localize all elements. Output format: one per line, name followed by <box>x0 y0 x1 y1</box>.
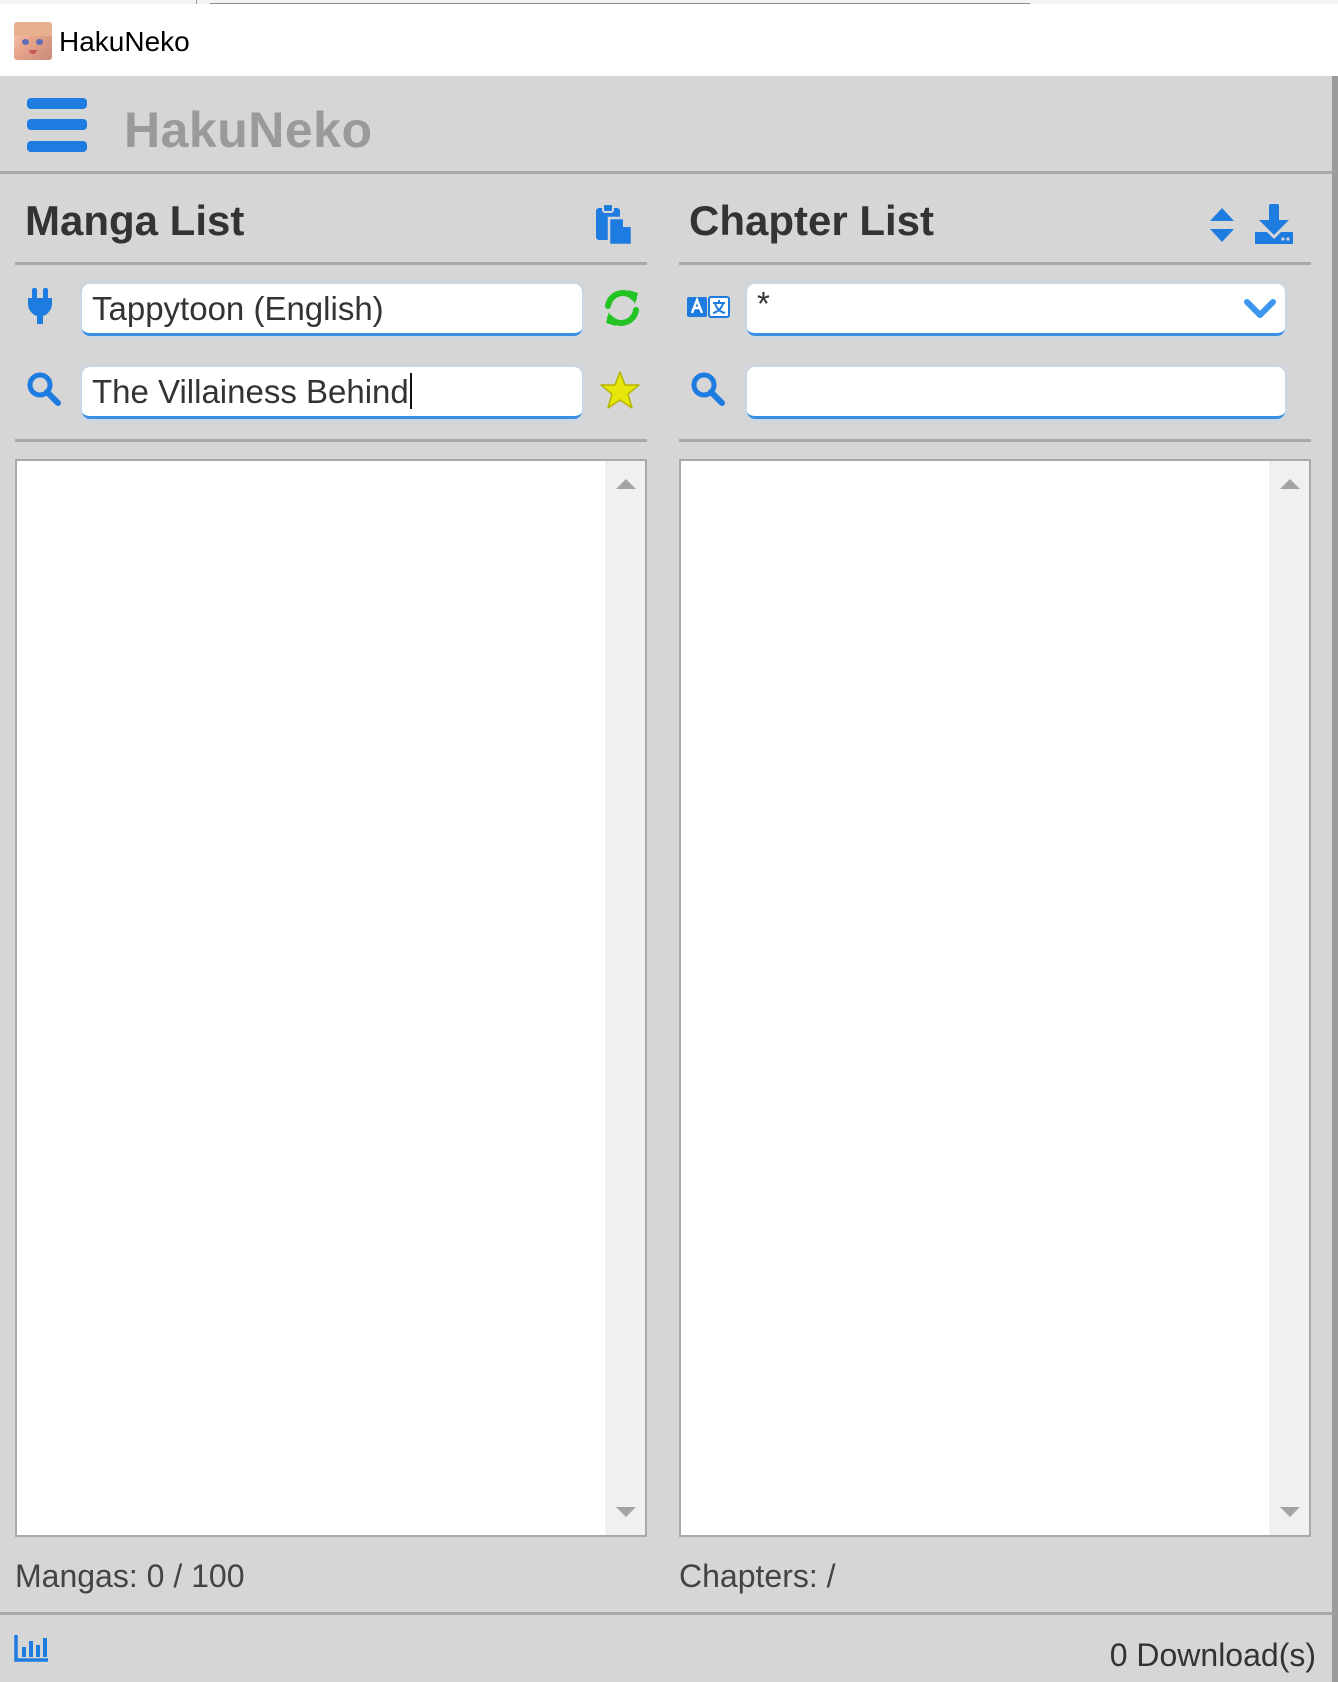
paste-icon[interactable] <box>595 202 635 246</box>
scroll-up-arrow-icon[interactable] <box>616 479 636 489</box>
app-logo-icon <box>14 22 52 60</box>
chapter-filter-divider <box>679 439 1311 442</box>
connector-input-value: Tappytoon (English) <box>92 290 384 327</box>
chapter-panel: Chapter List * Chapters: / <box>679 174 1311 1614</box>
language-select-value: * <box>757 285 770 322</box>
sort-icon[interactable] <box>1208 206 1236 244</box>
manga-list-title: Manga List <box>25 197 245 244</box>
manga-filter-divider <box>15 439 647 442</box>
chapter-list-scrollbar[interactable] <box>1269 461 1309 1535</box>
chapter-count: Chapters: / <box>679 1558 836 1594</box>
connector-input[interactable]: Tappytoon (English) <box>82 284 582 336</box>
stats-chart-icon[interactable] <box>14 1633 50 1663</box>
text-caret <box>409 373 412 409</box>
manga-panel: Manga List Tappytoon (English) The Villa… <box>15 174 647 1614</box>
scroll-down-arrow-icon[interactable] <box>616 1507 636 1517</box>
manga-list-box[interactable] <box>15 459 647 1537</box>
manga-count: Mangas: 0 / 100 <box>15 1558 245 1594</box>
language-select[interactable]: * <box>747 284 1285 336</box>
window-titlebar: HakuNeko <box>0 4 1338 76</box>
manga-search-input[interactable]: The Villainess Behind <box>82 367 582 419</box>
app-main: HakuNeko Manga List Tappytoon (English) <box>0 76 1332 1682</box>
scroll-down-arrow-icon[interactable] <box>1280 1507 1300 1517</box>
scroll-up-arrow-icon[interactable] <box>1280 479 1300 489</box>
manga-list-scrollbar[interactable] <box>605 461 645 1535</box>
refresh-icon[interactable] <box>602 288 642 328</box>
manga-search-value: The Villainess Behind <box>92 373 409 410</box>
chapter-title-divider <box>679 262 1311 265</box>
search-icon <box>691 372 725 406</box>
app-header: HakuNeko <box>0 76 1332 174</box>
translate-icon <box>687 296 730 318</box>
app-brand: HakuNeko <box>124 102 373 158</box>
search-icon <box>27 372 61 406</box>
chapter-list-box[interactable] <box>679 459 1311 1537</box>
chapter-search-input[interactable] <box>747 367 1285 419</box>
star-icon[interactable] <box>599 370 641 410</box>
chevron-down-icon[interactable] <box>1243 298 1277 320</box>
download-icon[interactable] <box>1253 202 1295 246</box>
window-right-edge <box>1332 76 1338 1682</box>
window-title: HakuNeko <box>59 26 190 57</box>
hamburger-menu-icon[interactable] <box>27 98 87 152</box>
downloads-count[interactable]: 0 Download(s) <box>1110 1635 1316 1675</box>
chapter-list-title: Chapter List <box>689 197 935 244</box>
plug-icon <box>28 288 52 324</box>
manga-title-divider <box>15 262 647 265</box>
status-footer: 0 Download(s) <box>0 1612 1332 1682</box>
